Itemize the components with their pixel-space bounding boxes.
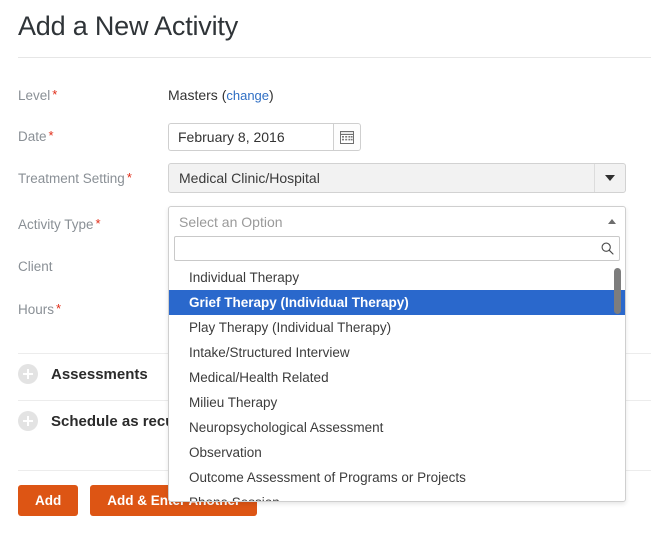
caret-up-glyph	[608, 219, 616, 224]
label-level-text: Level	[18, 88, 51, 103]
label-hours: Hours *	[18, 299, 61, 320]
date-input-group	[168, 123, 361, 151]
activity-type-option[interactable]: Medical/Health Related	[169, 365, 625, 390]
activity-type-placeholder: Select an Option	[179, 213, 283, 230]
plus-circle-icon	[18, 411, 38, 431]
activity-type-combobox-header[interactable]: Select an Option	[169, 207, 625, 236]
date-input[interactable]	[168, 123, 333, 151]
chevron-down-icon	[594, 164, 625, 192]
chevron-up-icon[interactable]	[599, 219, 625, 224]
page-title: Add a New Activity	[18, 11, 238, 41]
calendar-icon	[340, 131, 354, 144]
label-client: Client	[18, 257, 53, 277]
label-hours-text: Hours	[18, 302, 55, 317]
change-level-link[interactable]: change	[226, 88, 269, 103]
treatment-setting-select[interactable]: Medical Clinic/Hospital	[168, 163, 626, 193]
label-treatment-setting: Treatment Setting *	[18, 168, 132, 189]
caret-down-glyph	[605, 175, 615, 181]
calendar-icon-button[interactable]	[333, 123, 361, 151]
label-treatment-setting-text: Treatment Setting	[18, 171, 125, 186]
activity-type-option[interactable]: Intake/Structured Interview	[169, 340, 625, 365]
label-activity-type: Activity Type *	[18, 214, 101, 235]
search-icon	[595, 242, 619, 255]
activity-type-scrollbar-thumb[interactable]	[614, 268, 621, 314]
required-marker: *	[56, 301, 62, 316]
required-marker: *	[95, 216, 101, 231]
required-marker: *	[52, 87, 58, 102]
required-marker: *	[48, 128, 54, 143]
treatment-setting-value: Medical Clinic/Hospital	[179, 170, 320, 186]
activity-type-option[interactable]: Neuropsychological Assessment	[169, 415, 625, 440]
activity-type-option[interactable]: Milieu Therapy	[169, 390, 625, 415]
form-row-treatment-setting: Treatment Setting * Medical Clinic/Hospit…	[0, 163, 651, 198]
title-divider	[18, 57, 651, 58]
add-button[interactable]: Add	[18, 485, 79, 516]
activity-type-search-wrap	[174, 236, 620, 261]
required-marker: *	[126, 170, 132, 185]
form-row-activity-type: Activity Type * Select an Option Individu…	[0, 206, 651, 502]
section-toggle-assessments[interactable]: Assessments	[18, 364, 148, 384]
label-activity-type-text: Activity Type	[18, 217, 94, 232]
activity-type-option[interactable]: Phone Session	[169, 490, 625, 501]
activity-type-combobox: Select an Option Individual Therapy Grief…	[168, 206, 626, 502]
section-title-assessments: Assessments	[51, 365, 148, 383]
activity-type-option[interactable]: Observation	[169, 440, 625, 465]
plus-circle-icon	[18, 364, 38, 384]
level-value: Masters	[168, 87, 218, 103]
label-client-text: Client	[18, 259, 53, 274]
activity-type-search-input[interactable]	[175, 237, 595, 260]
form-row-date: Date *	[0, 123, 651, 156]
activity-type-option[interactable]: Individual Therapy	[169, 265, 625, 290]
activity-type-option[interactable]: Play Therapy (Individual Therapy)	[169, 315, 625, 340]
label-date: Date *	[18, 126, 54, 147]
activity-type-option-list[interactable]: Individual Therapy Grief Therapy (Individ…	[169, 265, 625, 501]
activity-type-option[interactable]: Outcome Assessment of Programs or Projec…	[169, 465, 625, 490]
form-row-level: Level * Masters (change)	[0, 85, 651, 107]
level-value-group: Masters (change)	[168, 85, 274, 106]
label-level: Level *	[18, 85, 57, 106]
paren-close: )	[269, 87, 274, 103]
label-date-text: Date	[18, 129, 47, 144]
activity-type-option[interactable]: Grief Therapy (Individual Therapy)	[169, 290, 625, 315]
